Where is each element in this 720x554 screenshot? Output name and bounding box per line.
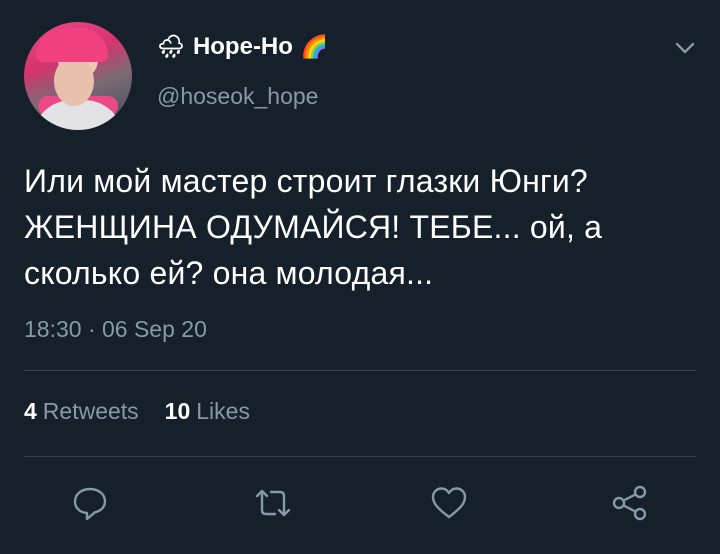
retweet-button[interactable] (250, 480, 296, 526)
chevron-down-icon[interactable] (674, 40, 696, 56)
like-button[interactable] (426, 480, 472, 526)
heart-icon (429, 484, 469, 522)
divider (24, 456, 696, 457)
avatar-face (54, 56, 94, 106)
likes-stat[interactable]: 10 Likes (165, 398, 250, 425)
retweets-label: Retweets (42, 398, 139, 424)
rainbow-emoji: 🌈 (300, 34, 329, 59)
engagement-stats: 4 Retweets 10 Likes (24, 398, 250, 425)
reply-icon (71, 484, 109, 522)
share-button[interactable] (607, 480, 653, 526)
author-name-row[interactable]: 🌧 Hope-Ho 🌈 (157, 33, 328, 61)
action-bar (0, 480, 720, 526)
rain-cloud-emoji: 🌧 (157, 34, 185, 59)
author-display-name[interactable]: Hope-Ho (193, 33, 293, 61)
avatar-hat (36, 28, 108, 62)
reply-button[interactable] (67, 480, 113, 526)
tweet-timestamp[interactable]: 18:30 · 06 Sep 20 (24, 316, 207, 343)
likes-label: Likes (196, 398, 250, 424)
avatar[interactable] (24, 22, 132, 130)
divider (24, 370, 696, 371)
retweets-stat[interactable]: 4 Retweets (24, 398, 139, 425)
share-icon (610, 483, 650, 523)
retweet-icon (252, 484, 294, 522)
tweet-text: Или мой мастер строит глазки Юнги? ЖЕНЩИ… (24, 163, 603, 291)
retweets-count: 4 (24, 398, 37, 424)
author-handle[interactable]: @hoseok_hope (157, 83, 318, 110)
likes-count: 10 (164, 398, 191, 424)
